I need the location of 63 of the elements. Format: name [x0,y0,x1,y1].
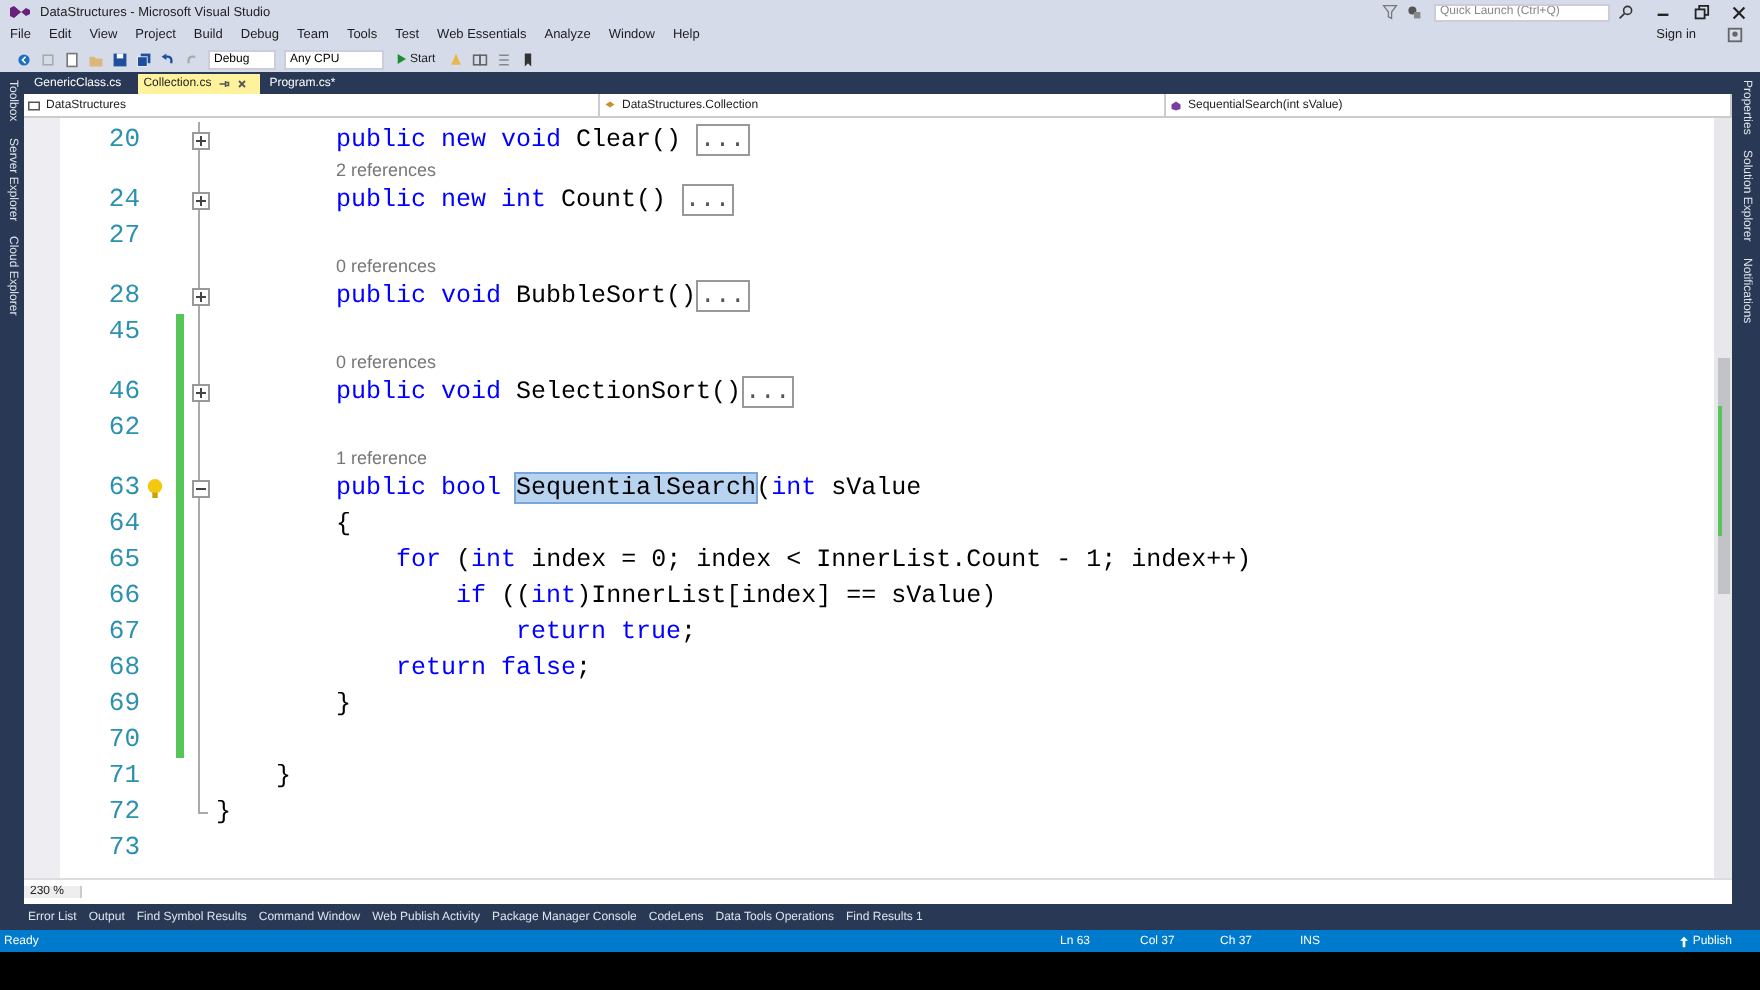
expand-icon[interactable] [191,383,209,401]
code-line: if ((int)InnerList[index] == sValue) [454,580,997,614]
line-number: 69 [106,686,140,722]
line-number: 20 [106,122,140,158]
expand-icon[interactable] [191,287,209,305]
codelens-reference[interactable]: 0 references [216,350,437,374]
project-icon [28,99,40,111]
codelens-reference[interactable]: 2 references [216,158,437,182]
line-number: 46 [106,374,140,410]
line-number: 66 [106,578,140,614]
line-number: 63 [106,470,140,506]
undo-icon[interactable] [160,51,176,67]
line-number: 71 [106,758,140,794]
line-number: 62 [106,410,140,446]
feedback-icon[interactable] [1406,4,1422,20]
line-number: 72 [106,794,140,830]
code-line: public void BubbleSort() ... [334,278,750,314]
method-icon [1170,99,1182,111]
new-project-icon[interactable] [64,51,80,67]
account-icon[interactable] [1726,26,1744,44]
close-icon[interactable] [1730,3,1748,21]
upload-icon [1680,935,1689,947]
pin-icon[interactable] [217,78,230,90]
close-icon[interactable] [235,78,248,90]
line-number: 65 [106,542,140,578]
class-icon [604,99,616,111]
play-icon [396,54,406,64]
code-line: public bool SequentialSearch(int sValue [334,472,922,506]
code-line: for (int index = 0; index < InnerList.Count - 1; index++) [394,544,1252,578]
code-line: return false; [394,652,592,686]
code-line: } [216,796,232,830]
line-number: 27 [106,218,140,254]
code-line: public void SelectionSort() ... [334,374,795,410]
back-icon[interactable] [16,51,32,67]
code-line: } [334,688,352,722]
line-number: 68 [106,650,140,686]
expand-icon[interactable] [191,191,209,209]
code-line: { [334,508,352,542]
line-number: 28 [106,278,140,314]
restore-icon[interactable] [1692,3,1710,21]
search-icon[interactable] [1618,4,1634,20]
bookmark-icon[interactable] [519,51,536,67]
collapse-icon[interactable] [191,479,209,497]
filter-icon[interactable] [1382,4,1398,20]
code-line: public new int Count() ... [334,182,735,218]
line-number: 45 [106,314,140,350]
comment-icon[interactable] [495,51,512,67]
line-number: 64 [106,506,140,542]
line-number: 67 [106,614,140,650]
expand-icon[interactable] [191,131,209,149]
code-line: public new void Clear() ... [334,122,750,158]
code-line: } [274,760,292,794]
codelens-reference[interactable]: 1 reference [216,446,428,470]
code-line: return true; [514,616,697,650]
line-number: 70 [106,722,140,758]
line-number: 24 [106,182,140,218]
save-all-icon[interactable] [136,51,152,67]
codelens-reference[interactable]: 0 references [216,254,437,278]
line-number: 73 [106,830,140,866]
find-files-icon[interactable] [471,51,488,67]
app-logo-icon [8,2,32,22]
save-icon[interactable] [112,51,128,67]
scrollbar[interactable] [1714,118,1732,878]
